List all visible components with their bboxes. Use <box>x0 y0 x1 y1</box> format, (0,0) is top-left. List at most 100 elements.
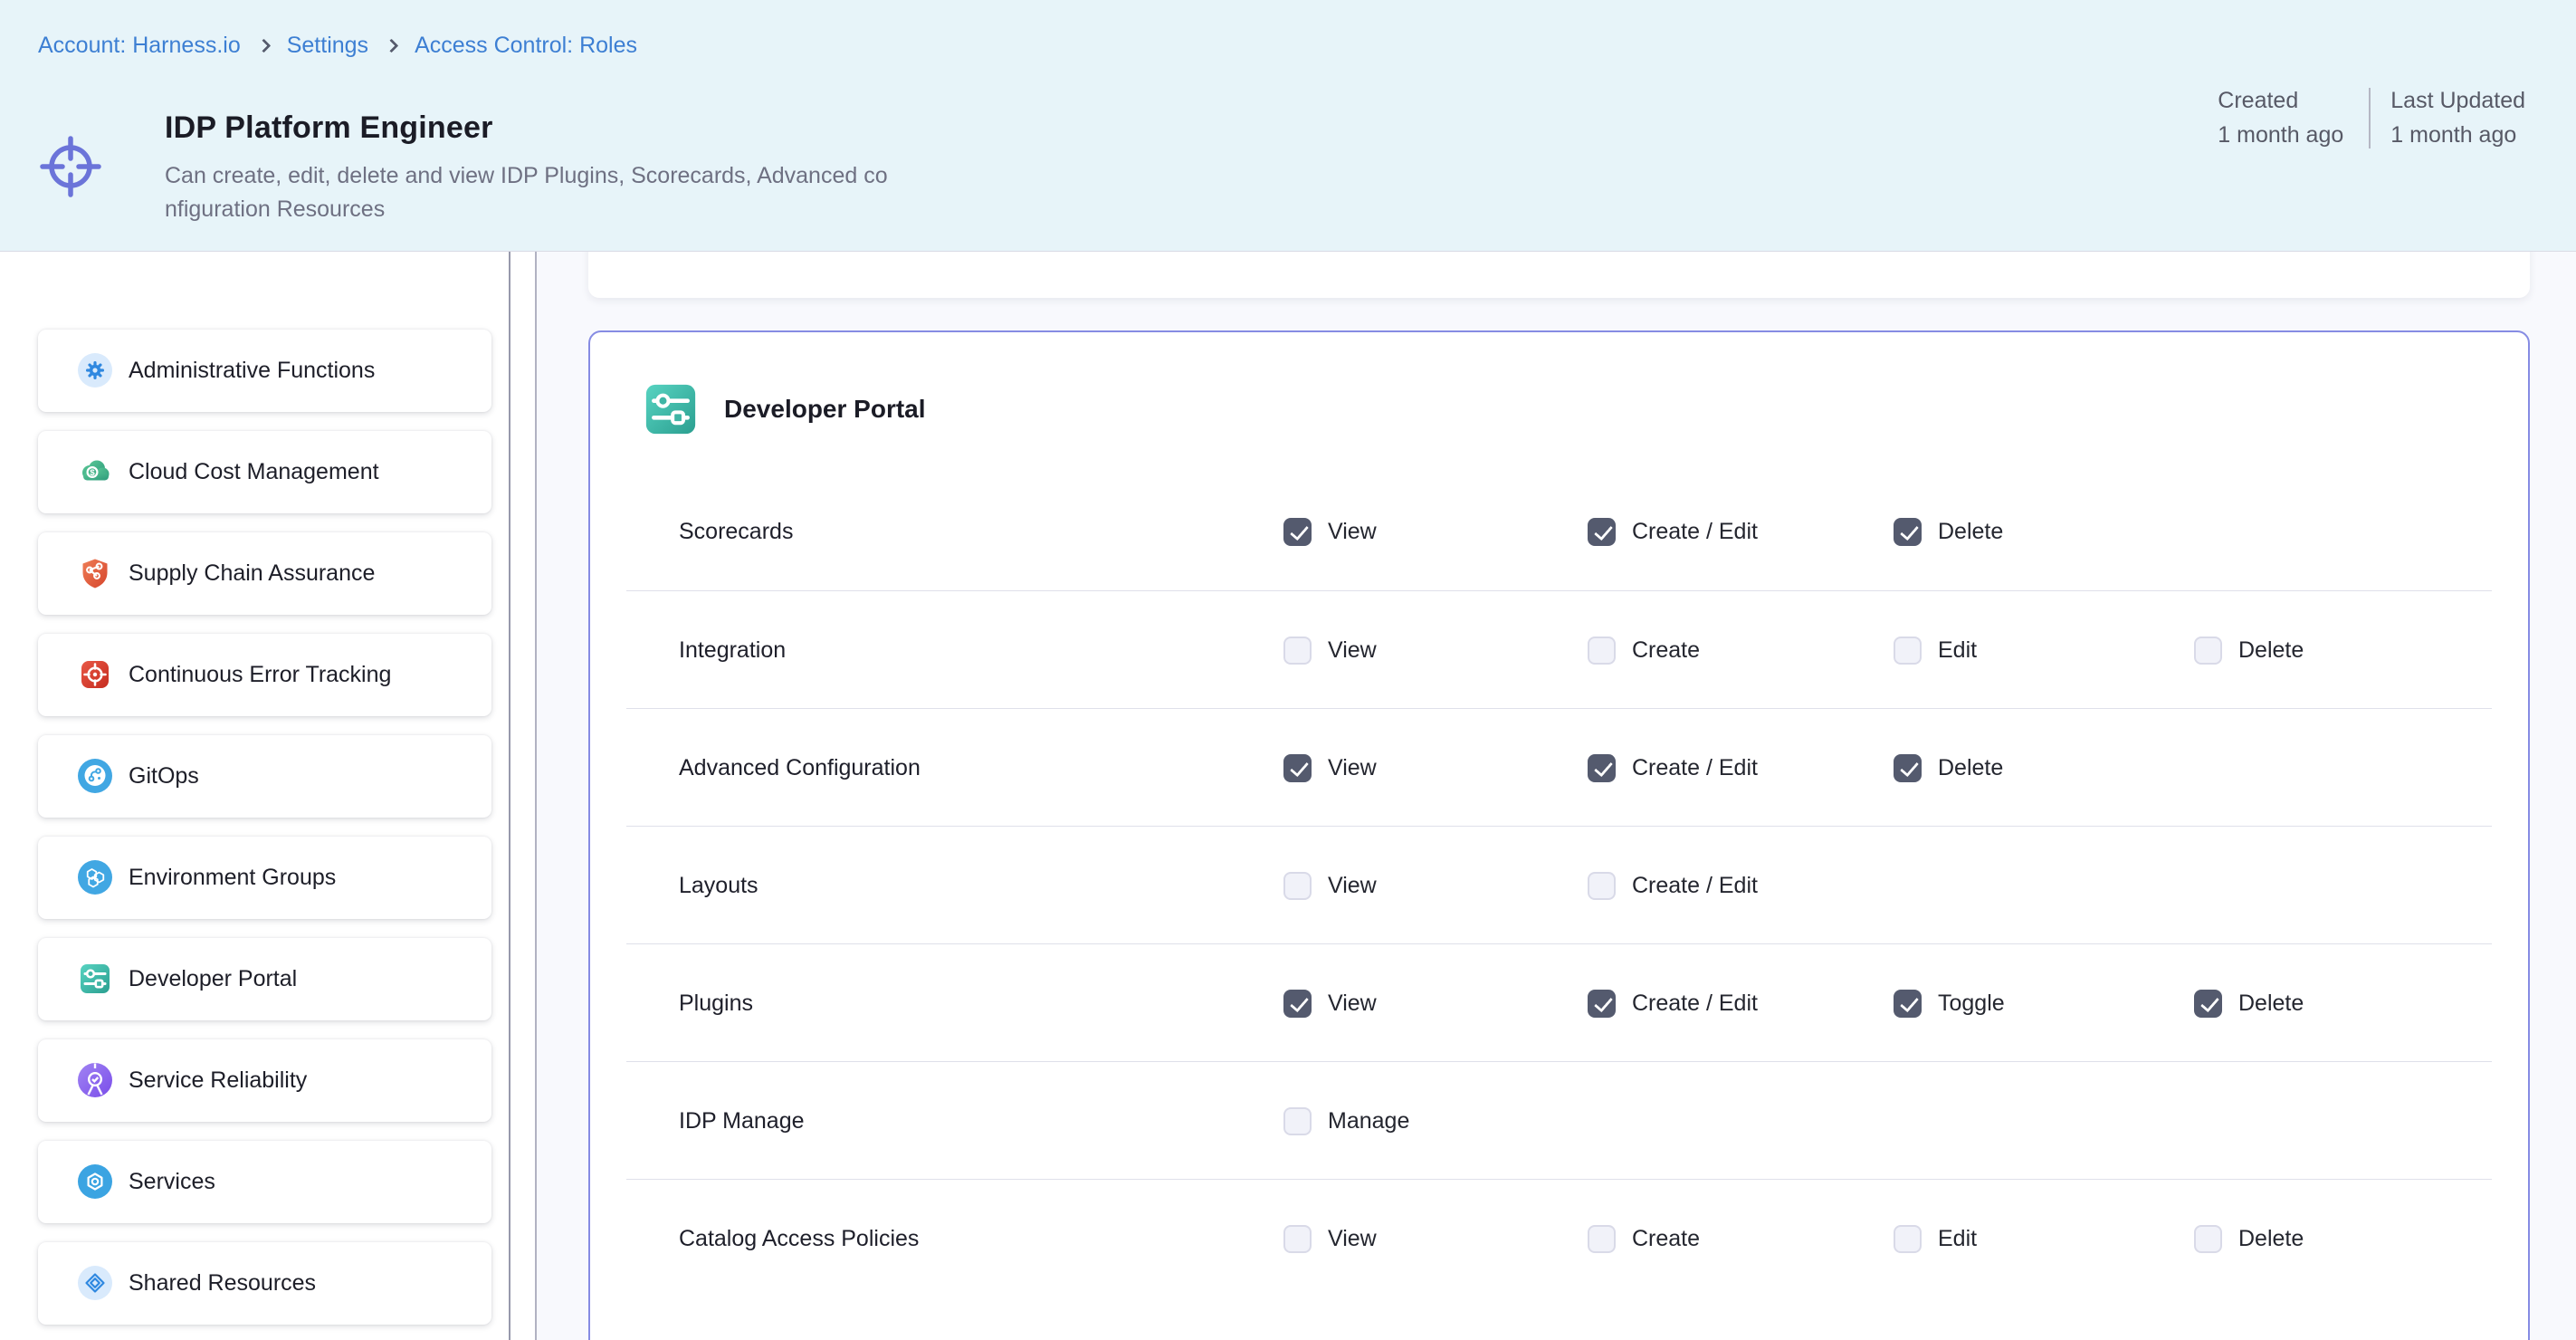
sidebar-item-services[interactable]: Services <box>38 1141 491 1223</box>
permission-label: View <box>1328 519 1377 545</box>
last-updated-value: 1 month ago <box>2390 122 2525 148</box>
permission-label: Edit <box>1938 1226 1977 1252</box>
created-value: 1 month ago <box>2218 122 2343 148</box>
permission-checkbox-create-edit[interactable] <box>1588 518 1616 546</box>
error-target-icon <box>77 656 113 693</box>
permission-checkbox-edit[interactable] <box>1894 1225 1922 1253</box>
permission-label: Create / Edit <box>1632 991 1758 1017</box>
permission-checkbox-create[interactable] <box>1588 1225 1616 1253</box>
permission-label: Create <box>1632 637 1700 664</box>
sidebar-item-administrative-functions[interactable]: Administrative Functions <box>38 330 491 412</box>
created-label: Created <box>2218 88 2343 114</box>
sidebar-item-label: GitOps <box>129 735 199 818</box>
sidebar-item-continuous-error-tracking[interactable]: Continuous Error Tracking <box>38 634 491 716</box>
permission-checkbox-toggle[interactable] <box>1894 990 1922 1018</box>
permission-label: Delete <box>2238 637 2304 664</box>
breadcrumb-settings-link[interactable]: Settings <box>287 33 368 59</box>
previous-section-card <box>588 252 2530 298</box>
sidebar-item-label: Developer Portal <box>129 938 297 1020</box>
permission-checkbox-delete[interactable] <box>2194 990 2222 1018</box>
page-header: Account: Harness.io Settings Access Cont… <box>0 0 2576 252</box>
sidebar-item-service-reliability[interactable]: Service Reliability <box>38 1039 491 1122</box>
table-row-plugins: Plugins View Create / Edit Toggle Delete <box>626 943 2492 1061</box>
permission-checkbox-delete[interactable] <box>2194 1225 2222 1253</box>
permission-checkbox-edit[interactable] <box>1894 636 1922 665</box>
permission-checkbox-view[interactable] <box>1283 990 1312 1018</box>
sidebar-item-shared-resources[interactable]: Shared Resources <box>38 1242 491 1325</box>
crosshair-target-icon <box>36 132 105 206</box>
permission-label: Toggle <box>1938 991 2005 1017</box>
sidebar-item-label: Environment Groups <box>129 837 336 919</box>
reliability-check-icon <box>77 1062 113 1098</box>
role-details-page: Account: Harness.io Settings Access Cont… <box>0 0 2576 1340</box>
sidebar-item-label: Administrative Functions <box>129 330 375 412</box>
shared-diamond-icon <box>77 1265 113 1301</box>
role-description-line1: Can create, edit, delete and view IDP Pl… <box>165 163 888 188</box>
permission-label: Create <box>1632 1226 1700 1252</box>
chevron-right-icon <box>385 39 399 53</box>
gear-icon <box>77 352 113 388</box>
developer-portal-permissions-card: Developer Portal Scorecards View Create … <box>588 330 2530 1340</box>
permission-label: Delete <box>1938 519 2003 545</box>
permission-checkbox-view[interactable] <box>1283 754 1312 782</box>
role-description: Can create, edit, delete and view IDP Pl… <box>165 159 888 226</box>
sidebar-item-environment-groups[interactable]: Environment Groups <box>38 837 491 919</box>
role-description-line2: nfiguration Resources <box>165 196 385 222</box>
permission-label: Create / Edit <box>1632 755 1758 781</box>
permission-checkbox-view[interactable] <box>1283 518 1312 546</box>
role-meta: Created 1 month ago Last Updated 1 month… <box>2218 88 2525 148</box>
sidebar-item-label: Service Reliability <box>129 1039 307 1122</box>
permission-label: View <box>1328 873 1377 899</box>
cloud-dollar-icon: $ <box>77 454 113 490</box>
resource-label: Layouts <box>679 827 758 944</box>
permission-checkbox-create-edit[interactable] <box>1588 990 1616 1018</box>
permission-checkbox-manage[interactable] <box>1283 1107 1312 1135</box>
service-hexagon-icon <box>77 1163 113 1200</box>
permission-checkbox-view[interactable] <box>1283 872 1312 900</box>
last-updated-label: Last Updated <box>2390 88 2525 114</box>
resource-label: Integration <box>679 591 786 709</box>
permissions-pane: Developer Portal Scorecards View Create … <box>537 252 2576 1340</box>
resource-label: IDP Manage <box>679 1062 805 1180</box>
developer-portal-icon <box>643 381 699 437</box>
permission-label: Create / Edit <box>1632 873 1758 899</box>
svg-text:$: $ <box>90 468 95 478</box>
card-title: Developer Portal <box>724 381 926 437</box>
breadcrumb-account-link[interactable]: Account: Harness.io <box>38 33 241 59</box>
resource-label: Advanced Configuration <box>679 709 921 827</box>
permission-label: Delete <box>2238 991 2304 1017</box>
permission-checkbox-view[interactable] <box>1283 636 1312 665</box>
shield-network-icon <box>77 555 113 591</box>
sidebar-item-label: Services <box>129 1141 215 1223</box>
sidebar-item-gitops[interactable]: GitOps <box>38 735 491 818</box>
permission-checkbox-create-edit[interactable] <box>1588 754 1616 782</box>
permissions-table: Scorecards View Create / Edit Delete Int… <box>626 473 2492 1297</box>
sidebar-item-developer-portal[interactable]: Developer Portal <box>38 938 491 1020</box>
table-row-layouts: Layouts View Create / Edit <box>626 826 2492 943</box>
breadcrumb-roles-link[interactable]: Access Control: Roles <box>415 33 637 59</box>
chevron-right-icon <box>256 39 271 53</box>
permission-checkbox-delete[interactable] <box>1894 518 1922 546</box>
developer-portal-icon <box>77 961 113 997</box>
sidebar-item-label: Cloud Cost Management <box>129 431 379 513</box>
permission-checkbox-create[interactable] <box>1588 636 1616 665</box>
permission-label: Edit <box>1938 637 1977 664</box>
sidebar-item-cloud-cost-management[interactable]: $ Cloud Cost Management <box>38 431 491 513</box>
main-pane-divider <box>535 252 537 1340</box>
permission-checkbox-create-edit[interactable] <box>1588 872 1616 900</box>
sidebar-divider <box>509 252 510 1340</box>
permission-checkbox-delete[interactable] <box>1894 754 1922 782</box>
table-row-advanced-configuration: Advanced Configuration View Create / Edi… <box>626 708 2492 826</box>
permission-checkbox-view[interactable] <box>1283 1225 1312 1253</box>
resource-label: Scorecards <box>679 473 793 590</box>
permission-checkbox-delete[interactable] <box>2194 636 2222 665</box>
permission-label: Delete <box>2238 1226 2304 1252</box>
sidebar-item-supply-chain-assurance[interactable]: Supply Chain Assurance <box>38 532 491 615</box>
table-row-scorecards: Scorecards View Create / Edit Delete <box>626 473 2492 590</box>
page-title: IDP Platform Engineer <box>165 110 493 146</box>
permission-label: Manage <box>1328 1108 1409 1134</box>
permission-label: View <box>1328 755 1377 781</box>
resource-label: Catalog Access Policies <box>679 1180 919 1297</box>
permission-label: View <box>1328 991 1377 1017</box>
created-meta: Created 1 month ago <box>2218 88 2371 148</box>
